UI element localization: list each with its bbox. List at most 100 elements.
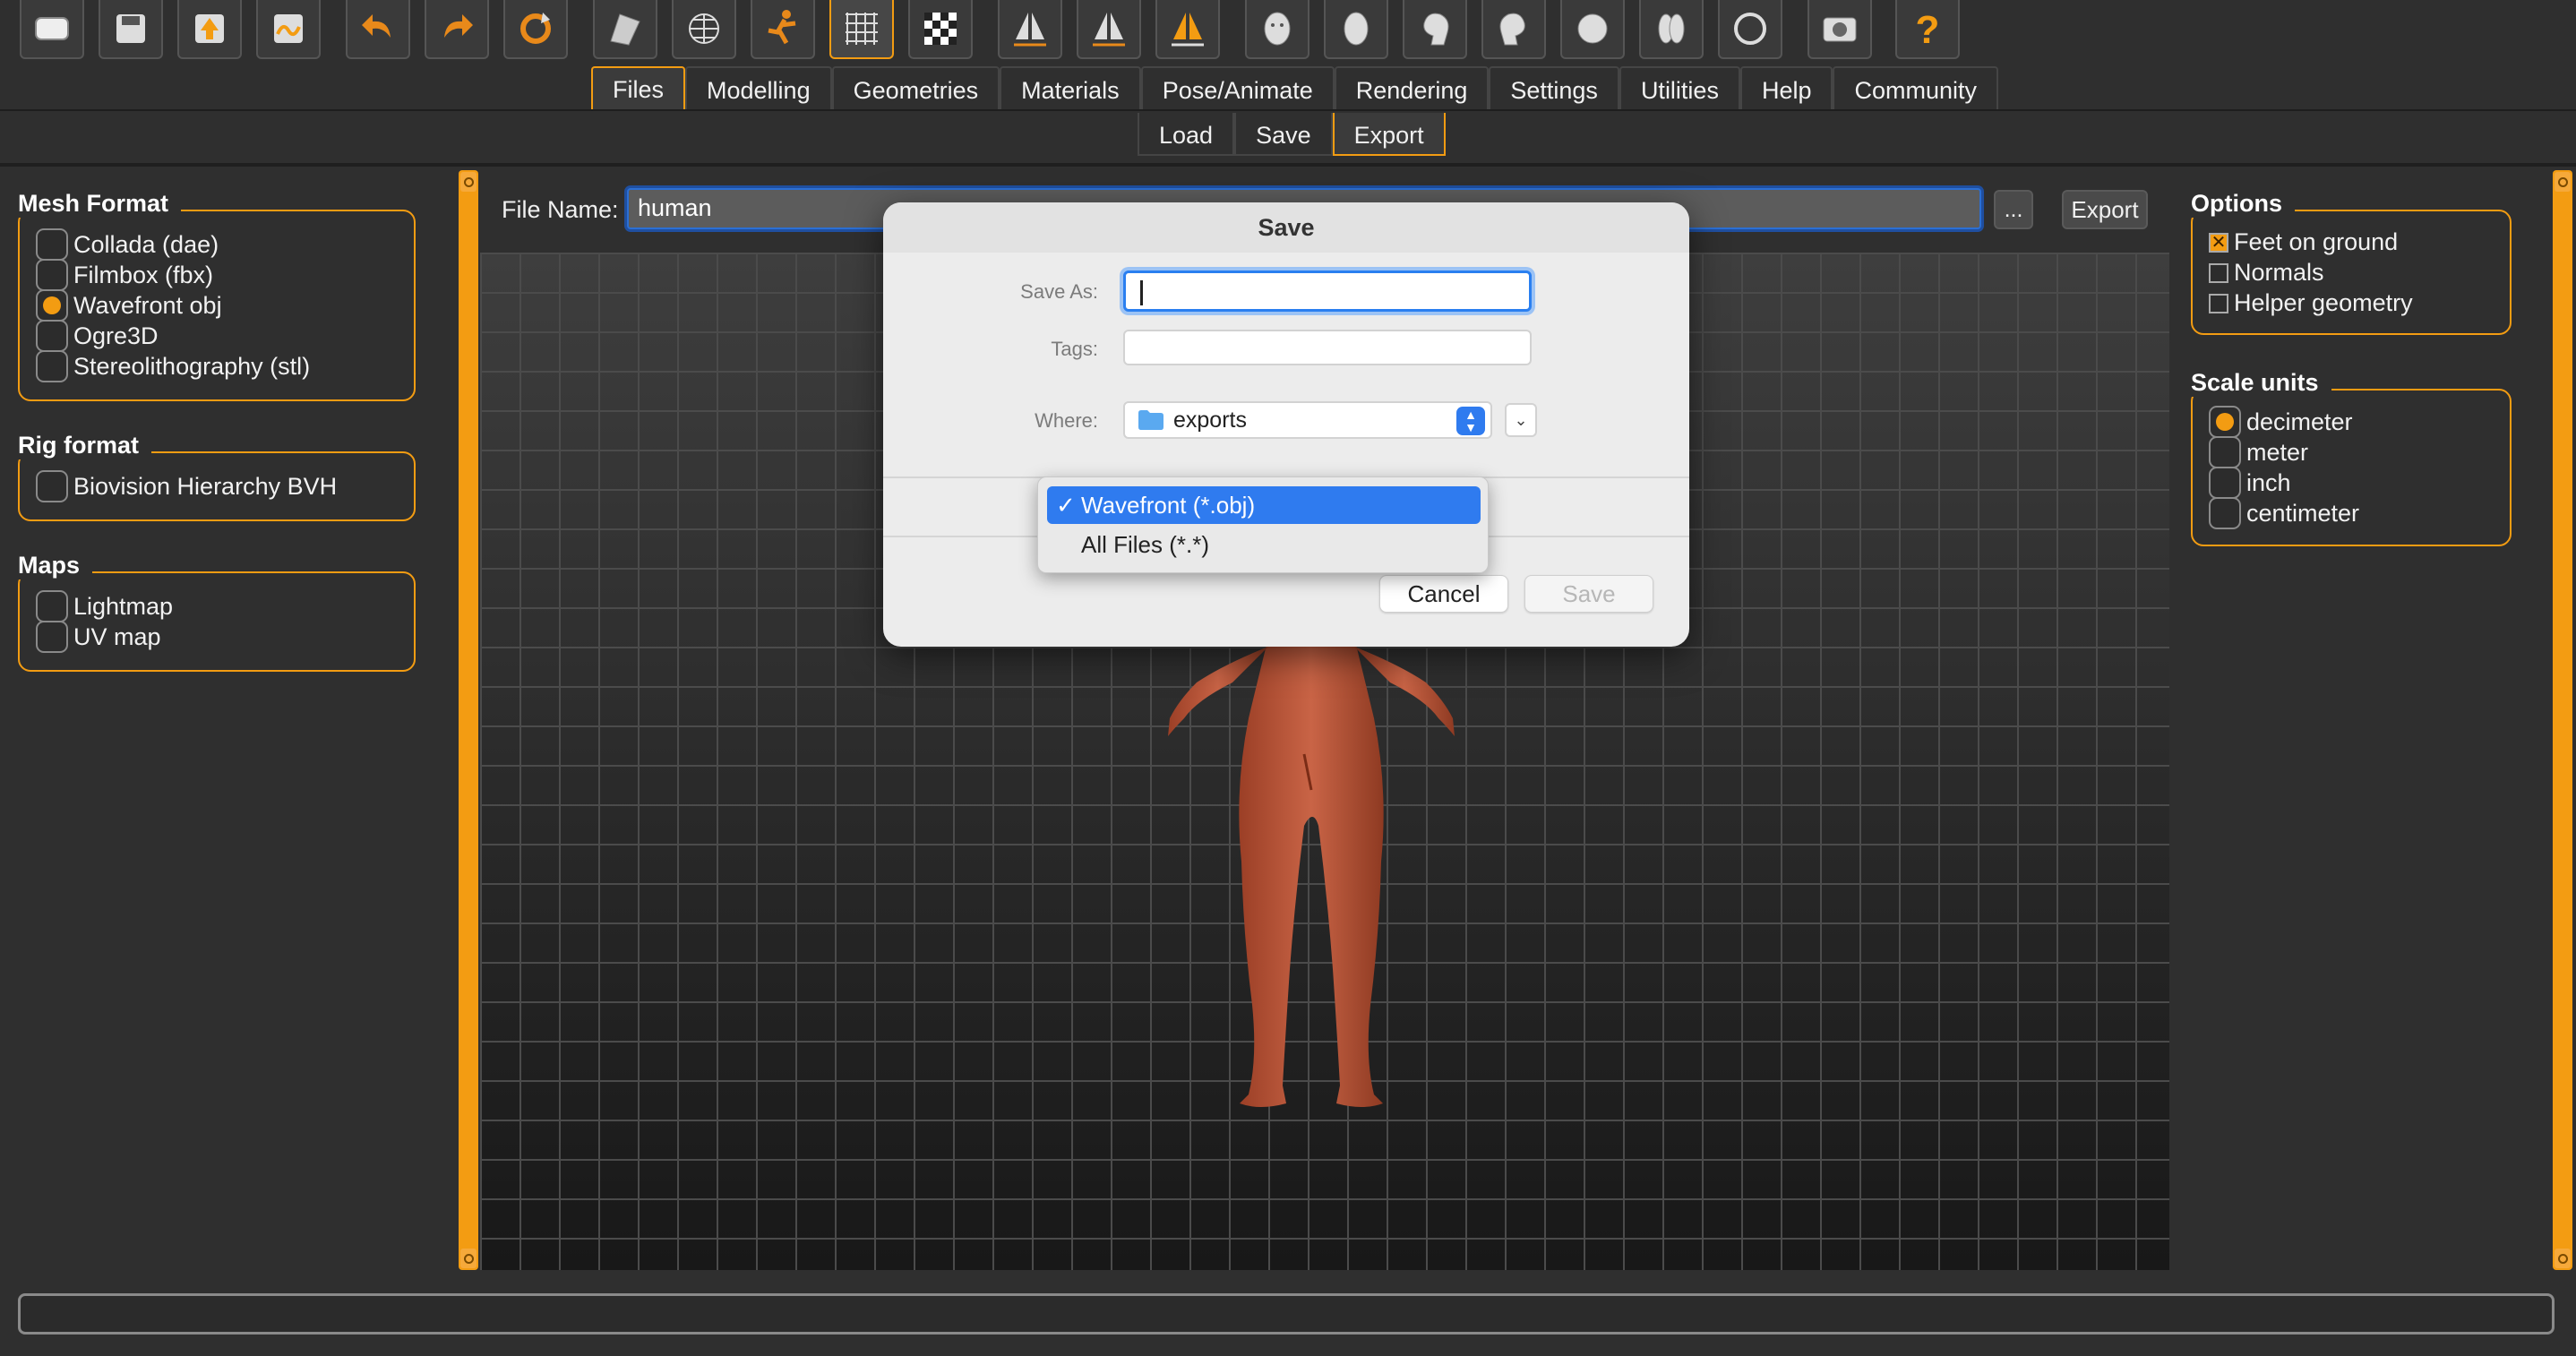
tab-materials[interactable]: Materials: [1000, 66, 1141, 109]
save-disk-icon[interactable]: [99, 0, 163, 59]
option-label: centimeter: [2246, 499, 2360, 527]
checkbox-checked-icon[interactable]: ✕: [2209, 232, 2228, 253]
circle-icon[interactable]: [1718, 0, 1782, 59]
mesh-option-ogre3d[interactable]: Ogre3D: [36, 320, 159, 352]
option-helper-geometry[interactable]: Helper geometry: [2209, 289, 2413, 317]
radio-icon[interactable]: [36, 621, 68, 653]
side-view-icon[interactable]: [1155, 0, 1220, 59]
wireframe-icon[interactable]: [672, 0, 736, 59]
main-tabs: Files Modelling Geometries Materials Pos…: [591, 66, 1999, 109]
checkmark-icon: ✓: [1056, 492, 1076, 519]
mesh-option-obj[interactable]: Wavefront obj: [36, 289, 222, 322]
head-front-icon[interactable]: [1324, 0, 1388, 59]
tab-modelling[interactable]: Modelling: [685, 66, 832, 109]
subtab-load[interactable]: Load: [1138, 113, 1235, 156]
option-label: Biovision Hierarchy BVH: [73, 472, 338, 500]
where-value: exports: [1173, 407, 1247, 433]
radio-icon[interactable]: [36, 289, 68, 322]
folder-icon: [1138, 410, 1163, 430]
subtab-divider: [0, 163, 2576, 167]
head-side-icon[interactable]: [1403, 0, 1467, 59]
radio-icon[interactable]: [2209, 436, 2241, 468]
file-name-label: File Name:: [502, 196, 619, 223]
radio-icon[interactable]: [2209, 467, 2241, 499]
tab-utilities[interactable]: Utilities: [1619, 66, 1740, 109]
tags-input[interactable]: [1123, 330, 1532, 365]
mesh-option-stl[interactable]: Stereolithography (stl): [36, 350, 310, 382]
help-question-icon[interactable]: ?: [1895, 0, 1960, 59]
screenshot-camera-icon[interactable]: [1807, 0, 1872, 59]
radio-icon[interactable]: [2209, 497, 2241, 529]
redo-icon[interactable]: [425, 0, 489, 59]
mesh-option-collada[interactable]: Collada (dae): [36, 228, 219, 261]
option-label: Collada (dae): [73, 230, 219, 258]
radio-icon[interactable]: [36, 320, 68, 352]
file-type-dropdown: ✓ Wavefront (*.obj) All Files (*.*): [1037, 476, 1489, 573]
pose-icon[interactable]: [751, 0, 815, 59]
unit-centimeter[interactable]: centimeter: [2209, 497, 2359, 529]
checkbox-icon[interactable]: [2209, 262, 2228, 283]
scroll-handle-bottom[interactable]: [2555, 1249, 2571, 1268]
cancel-button[interactable]: Cancel: [1379, 575, 1508, 613]
export-wave-icon[interactable]: [256, 0, 321, 59]
option-normals[interactable]: Normals: [2209, 259, 2324, 287]
dialog-title: Save: [883, 202, 1689, 253]
tab-settings[interactable]: Settings: [1489, 66, 1619, 109]
scroll-handle-top[interactable]: [460, 172, 477, 192]
radio-icon[interactable]: [2209, 406, 2241, 438]
mesh-option-fbx[interactable]: Filmbox (fbx): [36, 259, 213, 291]
export-button[interactable]: Export: [2062, 190, 2148, 229]
checker-icon[interactable]: [908, 0, 973, 59]
map-option-lightmap[interactable]: Lightmap: [36, 590, 173, 622]
subtab-export[interactable]: Export: [1332, 113, 1446, 156]
right-scrollbar[interactable]: [2553, 170, 2572, 1270]
unit-decimeter[interactable]: decimeter: [2209, 406, 2353, 438]
head-back-icon[interactable]: [1639, 0, 1704, 59]
subtab-save[interactable]: Save: [1234, 113, 1333, 156]
unit-inch[interactable]: inch: [2209, 467, 2291, 499]
radio-icon[interactable]: [36, 590, 68, 622]
undo-icon[interactable]: [346, 0, 410, 59]
save-as-input[interactable]: [1123, 270, 1532, 312]
tab-community[interactable]: Community: [1833, 66, 1999, 109]
option-label: Wavefront obj: [73, 291, 222, 319]
browse-button[interactable]: ...: [1994, 190, 2033, 229]
option-feet-on-ground[interactable]: ✕ Feet on ground: [2209, 228, 2398, 256]
back-view-icon[interactable]: [1077, 0, 1141, 59]
tab-help[interactable]: Help: [1739, 66, 1833, 109]
tab-pose-animate[interactable]: Pose/Animate: [1140, 66, 1335, 109]
svg-text:?: ?: [1916, 8, 1940, 52]
front-view-icon[interactable]: [998, 0, 1062, 59]
file-type-option-obj[interactable]: ✓ Wavefront (*.obj): [1047, 486, 1481, 524]
unit-meter[interactable]: meter: [2209, 436, 2308, 468]
tab-geometries[interactable]: Geometries: [831, 66, 1000, 109]
radio-icon[interactable]: [36, 470, 68, 502]
checkbox-icon[interactable]: [2209, 293, 2228, 313]
left-scrollbar[interactable]: [459, 170, 478, 1270]
scroll-handle-bottom[interactable]: [460, 1249, 477, 1268]
radio-icon[interactable]: [36, 259, 68, 291]
reset-icon[interactable]: [503, 0, 568, 59]
tab-rendering[interactable]: Rendering: [1334, 66, 1490, 109]
head-top-icon[interactable]: [1560, 0, 1625, 59]
option-label: inch: [2246, 468, 2291, 496]
scroll-handle-top[interactable]: [2555, 172, 2571, 192]
where-select[interactable]: exports ▲ ▼: [1123, 401, 1492, 439]
load-arrow-icon[interactable]: [177, 0, 242, 59]
smooth-icon[interactable]: [593, 0, 657, 59]
option-label: Feet on ground: [2234, 228, 2399, 255]
option-label: Ogre3D: [73, 322, 159, 349]
file-type-option-all[interactable]: All Files (*.*): [1047, 526, 1481, 563]
grid-icon[interactable]: [829, 0, 894, 59]
face-mask-icon[interactable]: [1245, 0, 1309, 59]
head-right-icon[interactable]: [1481, 0, 1546, 59]
map-option-uvmap[interactable]: UV map: [36, 621, 161, 653]
tab-files[interactable]: Files: [591, 66, 686, 109]
save-button[interactable]: Save: [1524, 575, 1653, 613]
radio-icon[interactable]: [36, 228, 68, 261]
radio-icon[interactable]: [36, 350, 68, 382]
rig-option-bvh[interactable]: Biovision Hierarchy BVH: [36, 470, 337, 502]
text-caret: [1140, 280, 1143, 305]
window-icon[interactable]: [20, 0, 84, 59]
expand-chevron-icon[interactable]: ⌄: [1505, 403, 1537, 437]
